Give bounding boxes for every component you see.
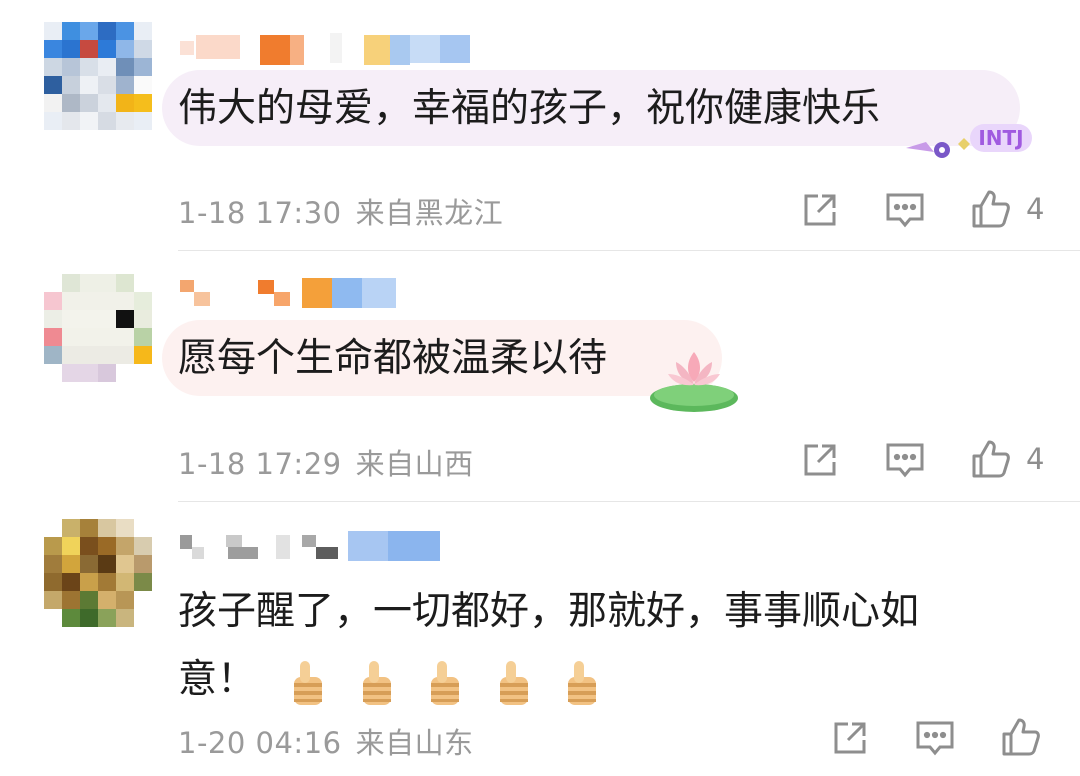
comment-text-line1: 孩子醒了，一切都好，那就好，事事顺心如 bbox=[178, 589, 920, 634]
comment-icon bbox=[916, 721, 954, 756]
avatar[interactable] bbox=[44, 274, 152, 382]
thumbs-up-emoji bbox=[294, 660, 323, 705]
thumbs-up-emoji bbox=[568, 660, 597, 705]
comment-item: 伟大的母爱，幸福的孩子，祝你健康快乐 INTJ 1-18 17:30 来自黑龙江 … bbox=[0, 0, 1080, 250]
thumbs-up-icon bbox=[972, 440, 1010, 478]
comment-location: 来自山西 bbox=[355, 447, 474, 481]
share-icon bbox=[834, 722, 866, 754]
username[interactable] bbox=[180, 276, 410, 310]
badge-icon: INTJ bbox=[906, 124, 1032, 158]
lotus-icon bbox=[650, 352, 738, 412]
thumbs-up-emoji bbox=[499, 660, 528, 705]
like-button[interactable] bbox=[1000, 716, 1042, 758]
comment-text-line2: 意！ bbox=[178, 641, 604, 719]
share-button[interactable] bbox=[800, 440, 840, 480]
thumbs-up-emoji bbox=[362, 660, 391, 705]
like-count: 4 bbox=[1026, 442, 1045, 476]
comment-location: 来自山东 bbox=[355, 726, 474, 760]
comment-item: 孩子醒了，一切都好，那就好，事事顺心如 意！ 1-20 04:16 来自山东 bbox=[0, 501, 1080, 776]
comment-text-line2-label: 意！ bbox=[178, 657, 257, 702]
reply-button[interactable] bbox=[884, 190, 926, 230]
reply-button[interactable] bbox=[884, 440, 926, 480]
avatar[interactable] bbox=[44, 22, 152, 130]
like-count: 4 bbox=[1026, 192, 1045, 226]
share-button[interactable] bbox=[830, 718, 870, 758]
comment-date: 1-18 17:29 bbox=[178, 447, 342, 481]
comment-meta: 1-18 17:29 来自山西 bbox=[178, 441, 474, 483]
badge-label: INTJ bbox=[978, 126, 1023, 150]
thumbs-up-icon bbox=[1002, 718, 1040, 756]
comment-location: 来自黑龙江 bbox=[355, 196, 504, 230]
comment-text: 愿每个生命都被温柔以待 bbox=[178, 336, 608, 381]
avatar[interactable] bbox=[44, 519, 152, 627]
comment-date: 1-18 17:30 bbox=[178, 196, 342, 230]
comment-date: 1-20 04:16 bbox=[178, 726, 342, 760]
thumbs-up-icon bbox=[972, 190, 1010, 228]
comment-text: 伟大的母爱，幸福的孩子，祝你健康快乐 bbox=[178, 86, 881, 131]
comment-icon bbox=[886, 443, 924, 478]
share-icon bbox=[804, 194, 836, 226]
comment-meta: 1-18 17:30 来自黑龙江 bbox=[178, 190, 503, 232]
like-button[interactable]: 4 bbox=[970, 188, 1044, 230]
reply-button[interactable] bbox=[914, 718, 956, 758]
comment-icon bbox=[886, 193, 924, 228]
share-icon bbox=[804, 444, 836, 476]
share-button[interactable] bbox=[800, 190, 840, 230]
thumbs-up-emoji bbox=[431, 660, 460, 705]
comment-meta: 1-20 04:16 来自山东 bbox=[178, 720, 474, 762]
username[interactable] bbox=[180, 529, 450, 563]
like-button[interactable]: 4 bbox=[970, 438, 1044, 480]
comment-item: 愿每个生命都被温柔以待 1-18 17:29 来自山西 4 bbox=[0, 250, 1080, 500]
username[interactable] bbox=[180, 33, 480, 67]
